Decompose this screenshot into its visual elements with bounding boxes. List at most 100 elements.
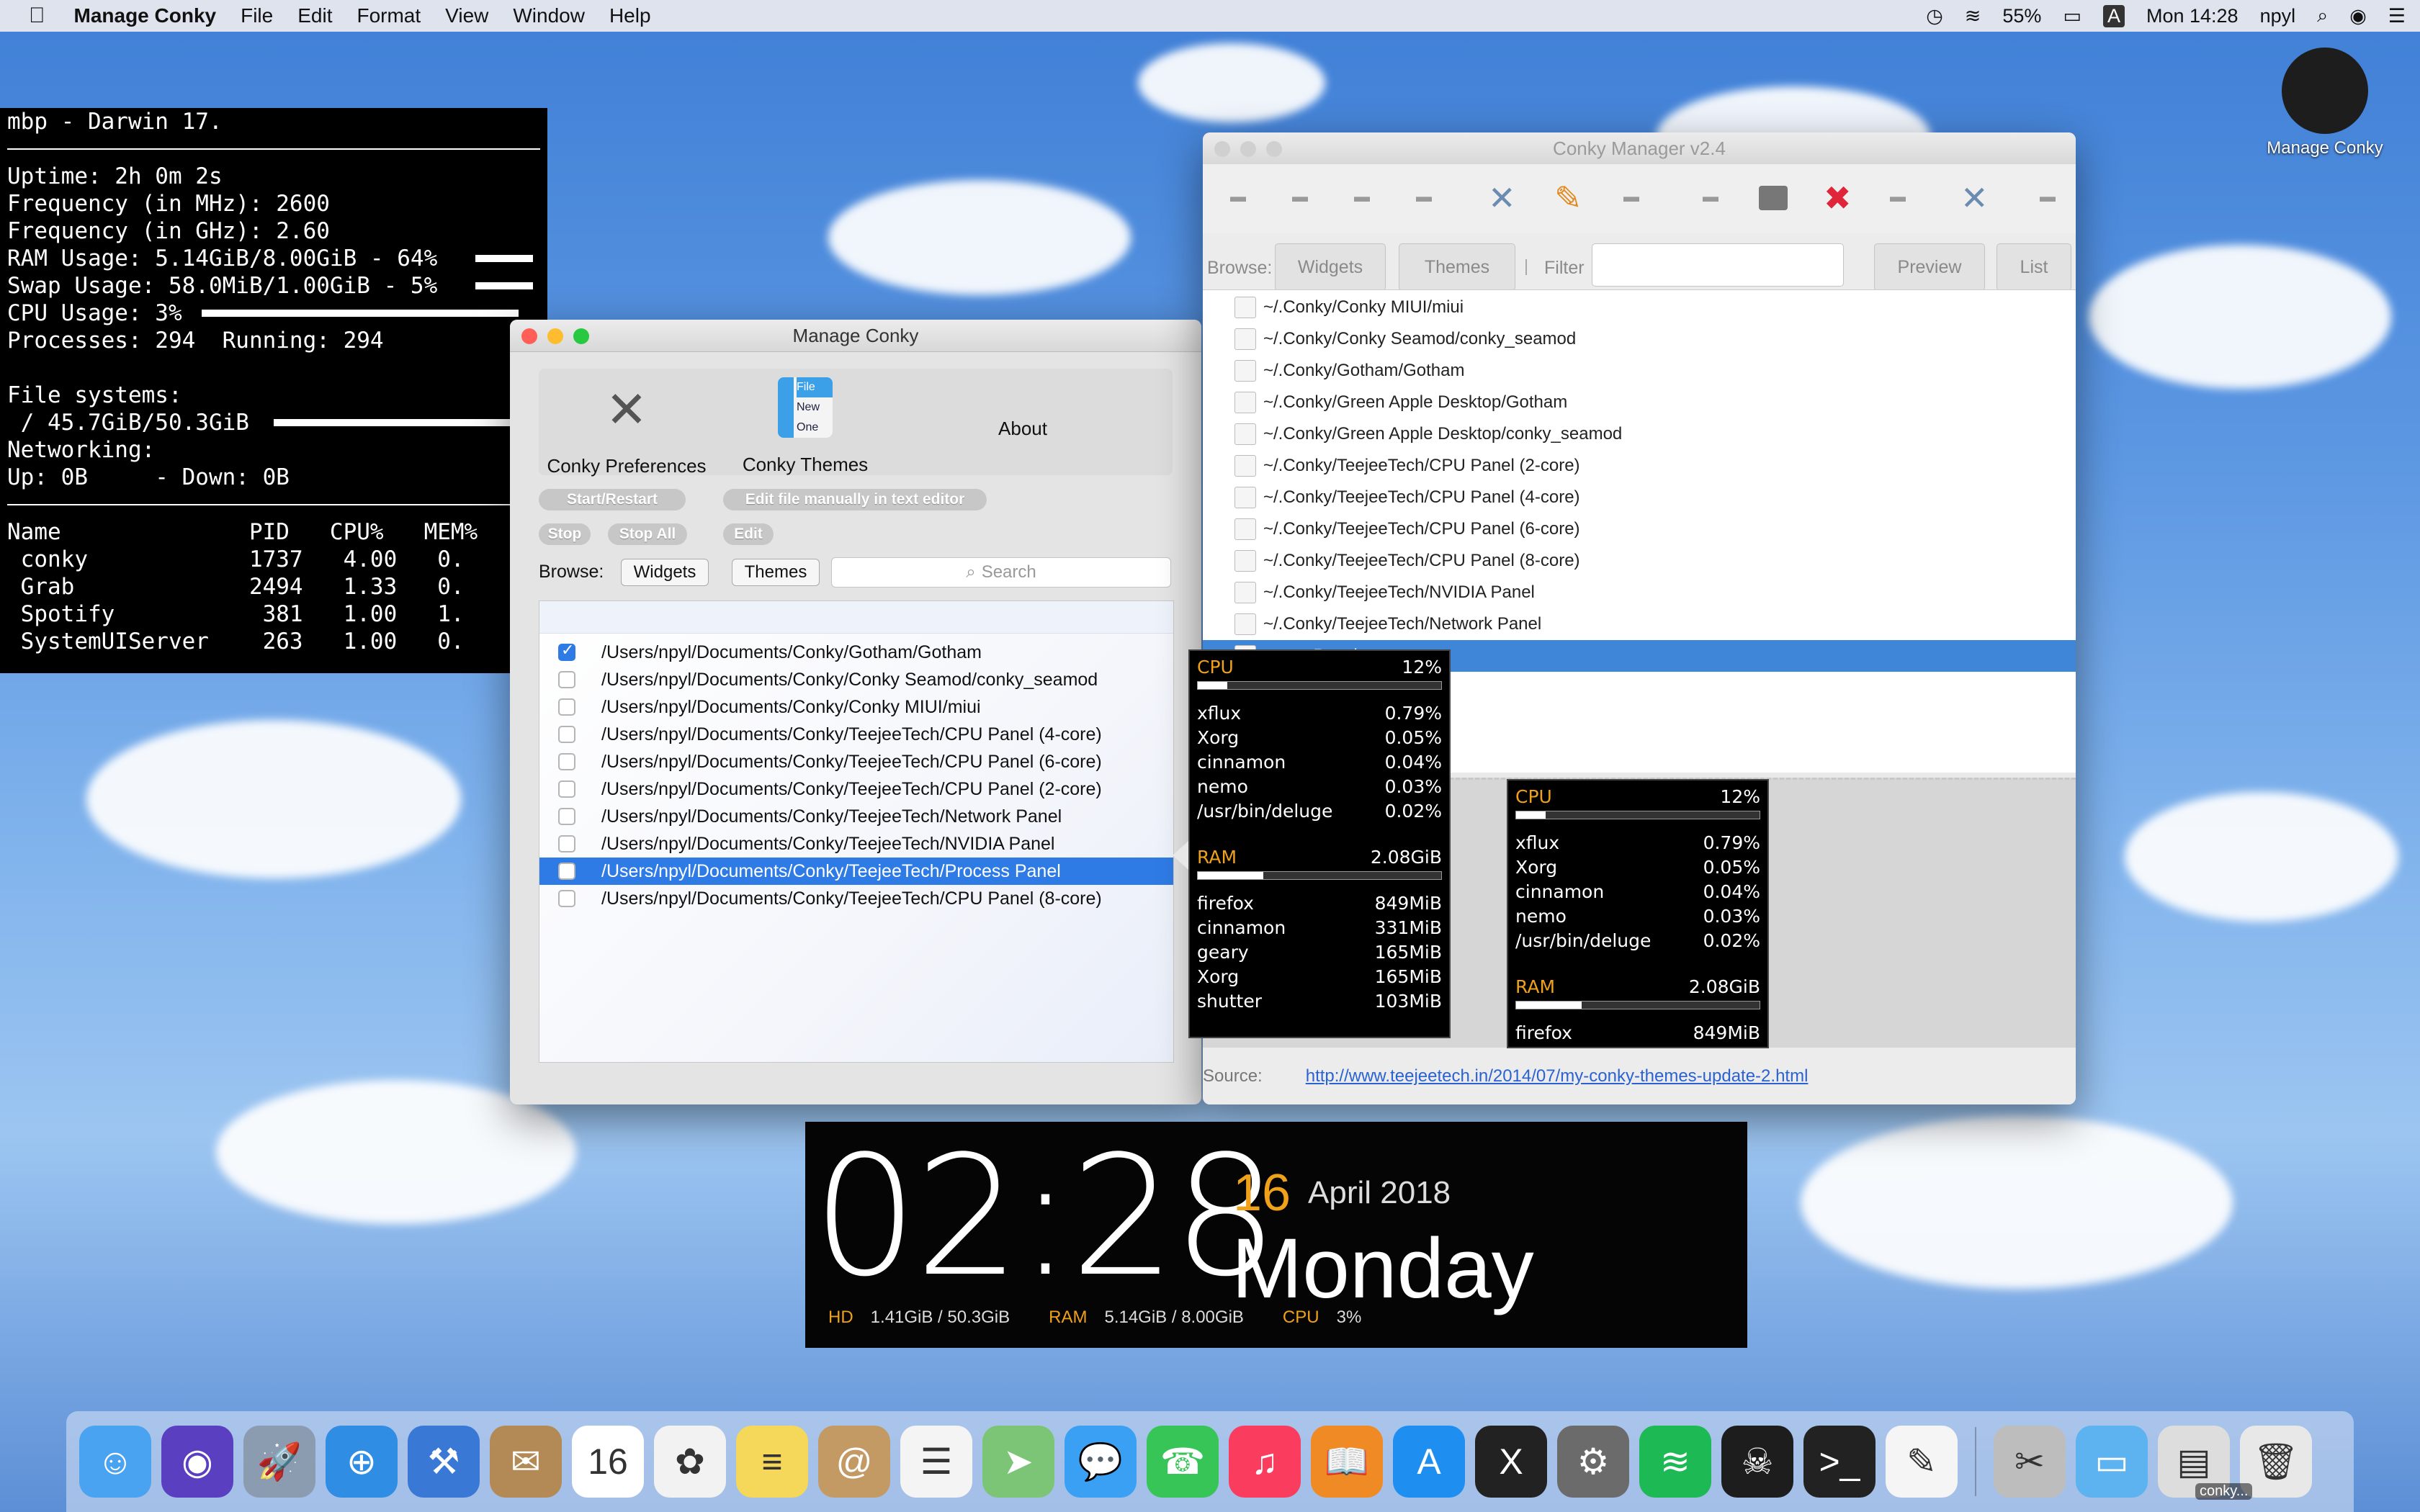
- terminal-icon[interactable]: >_: [1803, 1426, 1876, 1498]
- checkbox[interactable]: [558, 890, 575, 907]
- checkbox[interactable]: [1234, 518, 1256, 540]
- battery-percent[interactable]: 55%: [2002, 5, 2041, 27]
- list-item[interactable]: /Users/npyl/Documents/Conky/TeejeeTech/C…: [539, 748, 1173, 775]
- facetime-icon[interactable]: ☎: [1147, 1426, 1219, 1498]
- time-machine-icon[interactable]: ◷: [1926, 5, 1943, 27]
- checkbox[interactable]: [1234, 455, 1256, 477]
- zoom-button[interactable]: [1266, 141, 1282, 157]
- menu-clock[interactable]: Mon 14:28: [2146, 5, 2238, 27]
- list-item[interactable]: /Users/npyl/Documents/Conky/TeejeeTech/P…: [539, 858, 1173, 885]
- browse-widgets-button[interactable]: Widgets: [621, 559, 709, 586]
- menu-view[interactable]: View: [445, 4, 488, 27]
- music-icon[interactable]: ♫: [1229, 1426, 1301, 1498]
- list-item[interactable]: ~/.Conky/Green Apple Desktop/Gotham: [1203, 387, 2076, 418]
- checkbox[interactable]: [558, 863, 575, 880]
- filter-input[interactable]: [1592, 243, 1844, 287]
- close-button[interactable]: [521, 328, 537, 344]
- minimize-button[interactable]: [1240, 141, 1256, 157]
- wifi-icon[interactable]: ≋: [1965, 5, 1981, 27]
- toolbar-icon[interactable]: ▬: [1701, 187, 1720, 205]
- checkbox[interactable]: [1234, 550, 1256, 572]
- toolbar-icon[interactable]: ▬: [1888, 187, 1907, 205]
- list-item[interactable]: /Users/npyl/Documents/Conky/TeejeeTech/N…: [539, 803, 1173, 830]
- checkbox[interactable]: [1234, 582, 1256, 603]
- list-item[interactable]: /Users/npyl/Documents/Conky/TeejeeTech/C…: [539, 775, 1173, 803]
- checkbox[interactable]: [558, 780, 575, 798]
- messages-icon[interactable]: 💬: [1065, 1426, 1137, 1498]
- list-button[interactable]: List: [1996, 243, 2071, 291]
- notes-icon[interactable]: ≡: [736, 1426, 808, 1498]
- siri-menu-icon[interactable]: ◉: [2349, 5, 2367, 27]
- checkbox[interactable]: [558, 671, 575, 688]
- downloads-folder-icon[interactable]: ▭: [2076, 1426, 2148, 1498]
- checkbox[interactable]: [1234, 392, 1256, 413]
- close-button[interactable]: [1214, 141, 1230, 157]
- edit-icon[interactable]: ✎: [1554, 179, 1582, 217]
- battery-icon[interactable]: ▭: [2063, 5, 2081, 27]
- conky-themes-tool[interactable]: File New One Conky Themes: [733, 377, 877, 476]
- maps-icon[interactable]: ➤: [982, 1426, 1054, 1498]
- books-icon[interactable]: 📖: [1311, 1426, 1383, 1498]
- menu-window[interactable]: Window: [513, 4, 585, 27]
- app-store-icon[interactable]: A: [1393, 1426, 1465, 1498]
- checkbox[interactable]: [1234, 328, 1256, 350]
- siri-icon[interactable]: ◉: [161, 1426, 233, 1498]
- menu-edit[interactable]: Edit: [297, 4, 332, 27]
- finder-icon[interactable]: ☺: [79, 1426, 151, 1498]
- edit-manually-button[interactable]: Edit file manually in text editor: [723, 489, 987, 510]
- script-editor-icon[interactable]: ✂: [1994, 1426, 2066, 1498]
- list-item[interactable]: /Users/npyl/Documents/Conky/Gotham/Gotha…: [539, 639, 1173, 666]
- manage-conky-icon[interactable]: ☠: [1721, 1426, 1793, 1498]
- system-preferences-icon[interactable]: ⚙: [1557, 1426, 1629, 1498]
- toolbar-icon[interactable]: ▬: [1291, 187, 1309, 205]
- start-restart-button[interactable]: Start/Restart: [539, 489, 686, 510]
- tools-icon[interactable]: ✕: [1960, 179, 1989, 217]
- list-item[interactable]: ~/.Conky/Conky MIUI/miui: [1203, 292, 2076, 323]
- stop-all-button[interactable]: Stop All: [608, 523, 687, 545]
- checkbox[interactable]: [558, 726, 575, 743]
- window-titlebar[interactable]: Manage Conky: [510, 320, 1201, 352]
- checkbox[interactable]: [1234, 423, 1256, 445]
- list-item[interactable]: ~/.Conky/TeejeeTech/CPU Panel (8-core): [1203, 545, 2076, 577]
- list-item[interactable]: ~/.Conky/Conky Seamod/conky_seamod: [1203, 323, 2076, 355]
- minimize-button[interactable]: [547, 328, 563, 344]
- launchpad-icon[interactable]: 🚀: [243, 1426, 315, 1498]
- checkbox[interactable]: [1234, 360, 1256, 382]
- stop-button[interactable]: Stop: [539, 523, 591, 545]
- zoom-button[interactable]: [573, 328, 589, 344]
- list-item[interactable]: ~/.Conky/TeejeeTech/NVIDIA Panel: [1203, 577, 2076, 608]
- input-source-icon[interactable]: A: [2102, 4, 2125, 27]
- menu-user[interactable]: npyl: [2260, 5, 2296, 27]
- menu-format[interactable]: Format: [357, 4, 421, 27]
- textedit-icon[interactable]: ✎: [1886, 1426, 1958, 1498]
- widget-list[interactable]: /Users/npyl/Documents/Conky/Gotham/Gotha…: [539, 600, 1174, 1063]
- spotlight-icon[interactable]: ⌕: [2317, 4, 2328, 27]
- xcode-tools-icon[interactable]: ⚒: [408, 1426, 480, 1498]
- source-link[interactable]: http://www.teejeetech.in/2014/07/my-conk…: [1306, 1066, 1809, 1086]
- list-item[interactable]: ~/.Conky/TeejeeTech/Network Panel: [1203, 608, 2076, 640]
- checkbox[interactable]: [1234, 297, 1256, 318]
- list-item[interactable]: ~/.Conky/TeejeeTech/CPU Panel (2-core): [1203, 450, 2076, 482]
- delete-icon[interactable]: ✖: [1824, 179, 1852, 217]
- window-titlebar[interactable]: Conky Manager v2.4: [1203, 132, 2076, 165]
- toolbar-icon[interactable]: ▬: [1415, 187, 1433, 205]
- toolbar-icon[interactable]: ▬: [1229, 187, 1247, 205]
- checkbox[interactable]: [558, 808, 575, 825]
- list-item[interactable]: /Users/npyl/Documents/Conky/Conky Seamod…: [539, 666, 1173, 693]
- search-input[interactable]: ⌕ Search: [831, 557, 1171, 588]
- about-tool[interactable]: About: [980, 418, 1066, 440]
- checkbox[interactable]: [558, 698, 575, 716]
- list-item[interactable]: ~/.Conky/TeejeeTech/CPU Panel (6-core): [1203, 513, 2076, 545]
- list-item[interactable]: /Users/npyl/Documents/Conky/TeejeeTech/C…: [539, 885, 1173, 912]
- checkbox[interactable]: [558, 641, 575, 661]
- toolbar-icon[interactable]: ▬: [2038, 187, 2057, 205]
- edit-button[interactable]: Edit: [723, 523, 774, 545]
- conky-preferences-tool[interactable]: ✕ Conky Preferences: [540, 377, 713, 477]
- menu-help[interactable]: Help: [609, 4, 651, 27]
- settings-tools-icon[interactable]: ✕: [1488, 179, 1516, 217]
- themes-button[interactable]: Themes: [1399, 243, 1515, 291]
- desktop-icon-manage-conky[interactable]: Manage Conky: [2260, 48, 2390, 158]
- reminders-icon[interactable]: ☰: [900, 1426, 972, 1498]
- checkbox[interactable]: [558, 835, 575, 852]
- toolbar-icon[interactable]: ▬: [1353, 187, 1371, 205]
